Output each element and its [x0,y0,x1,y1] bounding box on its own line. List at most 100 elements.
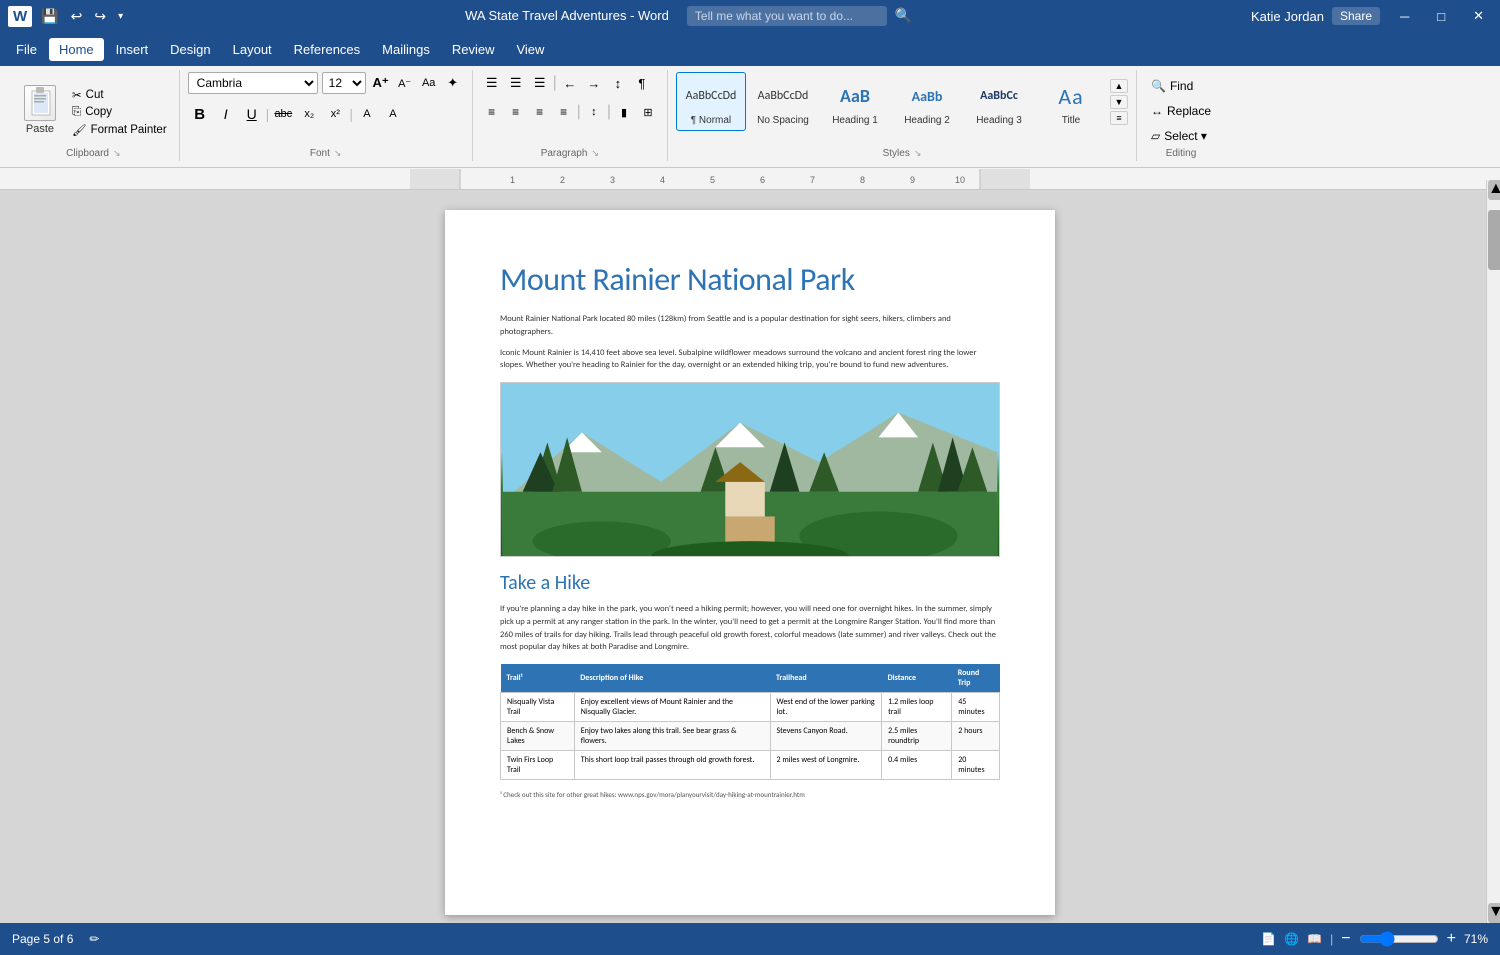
style-heading3[interactable]: AaBbCc Heading 3 [964,72,1034,131]
menu-review[interactable]: Review [442,38,505,61]
table-header-distance: Distance [882,664,952,693]
title-bar: W 💾 ↩ ↪ ▾ WA State Travel Adventures - W… [0,0,1500,32]
strikethrough-button[interactable]: abc [271,102,295,126]
bold-button[interactable]: B [188,102,212,126]
customize-quick-access[interactable]: ▾ [115,9,126,24]
search-input[interactable] [687,6,887,26]
scroll-arrow-up[interactable]: ▲ [1488,190,1500,200]
numbering-button[interactable]: ☰ [505,72,527,94]
increase-indent-button[interactable]: → [583,72,605,94]
scroll-thumb[interactable] [1488,210,1500,270]
svg-text:2: 2 [560,175,565,185]
scroll-arrow-down[interactable]: ▼ [1488,903,1500,923]
zoom-slider[interactable] [1359,931,1439,947]
align-center-button[interactable]: ≡ [505,101,527,123]
menu-home[interactable]: Home [49,38,104,61]
editing-group-label: Editing [1145,148,1217,159]
show-paragraph-button[interactable]: ¶ [631,72,653,94]
share-button[interactable]: Share [1332,7,1380,25]
select-label: Select ▾ [1164,129,1207,143]
shrink-font-button[interactable]: A⁻ [394,72,416,94]
justify-button[interactable]: ≡ [553,101,575,123]
text-highlight-button[interactable]: A [355,102,379,126]
close-button[interactable]: ✕ [1465,6,1492,26]
replace-button[interactable]: ↔ Replace [1145,101,1217,121]
title-bar-center: WA State Travel Adventures - Word 🔍 [126,6,1251,26]
menu-file[interactable]: File [6,38,47,61]
font-group: Cambria 12 A⁺ A⁻ Aa ✦ B I U | abc x₂ [180,70,473,161]
clipboard-group-label: Clipboard ↘ [16,148,171,159]
multilevel-button[interactable]: ☰ [529,72,551,94]
menu-layout[interactable]: Layout [223,38,282,61]
status-divider: | [1330,932,1333,946]
clipboard-secondary: ✂ Cut ⎘ Copy 🖌 Format Painter [68,83,171,138]
trail-head-2: Stevens Canyon Road. [770,722,882,751]
styles-more[interactable]: ≡ [1110,111,1128,125]
view-print-button[interactable]: 📄 [1261,932,1276,946]
styles-expand-icon[interactable]: ↘ [914,148,922,159]
style-normal[interactable]: AaBbCcDd ¶ Normal [676,72,746,131]
copy-button[interactable]: ⎘ Copy [68,105,171,120]
font-size-buttons: A⁺ A⁻ Aa ✦ [370,72,464,94]
view-web-button[interactable]: 🌐 [1284,932,1299,946]
styles-scroll-down[interactable]: ▼ [1110,95,1128,109]
font-color-button[interactable]: A [381,102,405,126]
align-left-button[interactable]: ≡ [481,101,503,123]
align-right-button[interactable]: ≡ [529,101,551,123]
line-spacing-button[interactable]: ↕ [583,101,605,123]
document-area[interactable]: Mount Rainier National Park Mount Rainie… [0,190,1500,935]
style-heading3-label: Heading 3 [976,115,1022,126]
clipboard-expand-icon[interactable]: ↘ [113,148,121,159]
style-title-preview: Aa [1058,77,1083,115]
save-button[interactable]: 💾 [38,6,61,27]
redo-button[interactable]: ↪ [91,6,109,27]
underline-button[interactable]: U [240,102,264,126]
menu-references[interactable]: References [284,38,370,61]
superscript-button[interactable]: x² [323,102,347,126]
grow-font-button[interactable]: A⁺ [370,72,392,94]
user-area: Katie Jordan Share [1251,7,1380,25]
footnote: ¹ Check out this site for other great hi… [500,790,1000,799]
style-heading1[interactable]: AaB Heading 1 [820,72,890,131]
paragraph-expand-icon[interactable]: ↘ [591,148,599,159]
decrease-indent-button[interactable]: ← [559,72,581,94]
scrollbar-track[interactable]: ▲ ▼ [1486,190,1500,923]
svg-text:6: 6 [760,175,765,185]
italic-button[interactable]: I [214,102,238,126]
sort-button[interactable]: ↕ [607,72,629,94]
styles-scroll-up[interactable]: ▲ [1110,79,1128,93]
minimize-button[interactable]: ─ [1392,7,1417,26]
trail-name-2: Bench & Snow Lakes [501,722,575,751]
cut-button[interactable]: ✂ Cut [68,87,171,103]
menu-insert[interactable]: Insert [106,38,159,61]
format-painter-button[interactable]: 🖌 Format Painter [68,122,171,138]
find-button[interactable]: 🔍 Find [1145,76,1217,96]
menu-mailings[interactable]: Mailings [372,38,440,61]
paste-button[interactable]: Paste [16,83,64,138]
select-icon: ▱ [1151,129,1160,143]
borders-button[interactable]: ⊞ [637,101,659,123]
maximize-button[interactable]: □ [1429,7,1453,26]
undo-button[interactable]: ↩ [68,6,86,27]
bullets-button[interactable]: ☰ [481,72,503,94]
font-name-select[interactable]: Cambria [188,72,318,94]
shading-button[interactable]: ▮ [613,101,635,123]
style-title[interactable]: Aa Title [1036,72,1106,131]
paragraph2: Iconic Mount Rainier is 14,410 feet abov… [500,347,1000,373]
menu-design[interactable]: Design [160,38,220,61]
view-read-button[interactable]: 📖 [1307,932,1322,946]
font-size-select[interactable]: 12 [322,72,366,94]
clipboard-main: Paste ✂ Cut ⎘ Copy 🖌 Format Painter [16,83,171,138]
subscript-button[interactable]: x₂ [297,102,321,126]
menu-view[interactable]: View [506,38,554,61]
style-heading2[interactable]: AaBb Heading 2 [892,72,962,131]
zoom-out-button[interactable]: − [1341,930,1350,948]
font-expand-icon[interactable]: ↘ [334,148,342,159]
select-button[interactable]: ▱ Select ▾ [1145,126,1217,146]
change-case-button[interactable]: Aa [418,72,440,94]
style-no-spacing[interactable]: AaBbCcDd No Spacing [748,72,818,131]
zoom-in-button[interactable]: + [1447,930,1456,948]
clear-format-button[interactable]: ✦ [442,72,464,94]
section-heading: Take a Hike [500,571,1000,595]
style-heading1-preview: AaB [840,77,870,115]
